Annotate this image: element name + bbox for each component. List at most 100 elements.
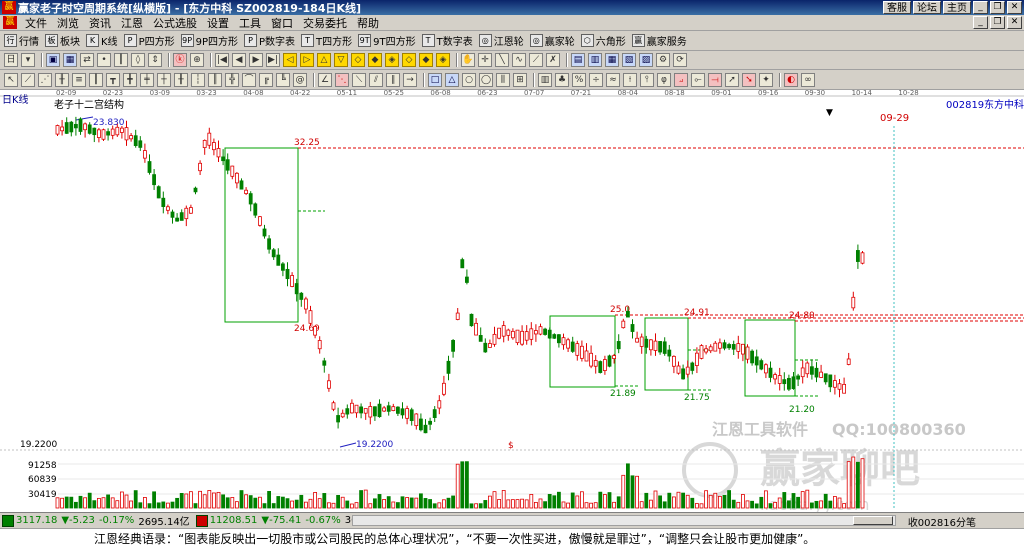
dropdown-icon[interactable]: ▾ — [21, 53, 35, 67]
winner-wheel-button[interactable]: ◎ 赢家轮 — [529, 33, 575, 48]
period-tool-icon[interactable]: ┼ — [157, 72, 171, 87]
sector-button[interactable]: 板板块 — [45, 33, 80, 48]
bar-tool-icon[interactable]: ┃ — [89, 72, 103, 87]
pointer-icon[interactable]: ↖ — [4, 72, 18, 87]
spiral-icon[interactable]: @ — [293, 72, 307, 87]
move-up-icon[interactable]: ◈ — [385, 53, 399, 67]
grid-icon[interactable]: ▤ — [571, 53, 585, 67]
ellipse-icon[interactable]: ◯ — [479, 72, 493, 87]
menu-help[interactable]: 帮助 — [352, 15, 384, 31]
refresh-icon[interactable]: ⟳ — [673, 53, 687, 67]
indicator-icon[interactable]: ⓚ — [173, 53, 187, 67]
vertical-tool-icon[interactable]: ┆ — [191, 72, 205, 87]
fibonacci-icon[interactable]: ≡ — [72, 72, 86, 87]
down-icon[interactable]: ▽ — [334, 53, 348, 67]
menu-info[interactable]: 资讯 — [84, 15, 116, 31]
mark-icon[interactable]: ✦ — [759, 72, 773, 87]
menu-settings[interactable]: 设置 — [202, 15, 234, 31]
crosshair-icon[interactable]: ✛ — [478, 53, 492, 67]
equal-cycle-icon[interactable]: ╬ — [225, 72, 239, 87]
box-line-icon[interactable]: ╚ — [276, 72, 290, 87]
menu-file[interactable]: 文件 — [20, 15, 52, 31]
forum-button[interactable]: 论坛 — [913, 1, 941, 14]
p-number-table-button[interactable]: P P数字表 — [244, 33, 295, 48]
9t-square-button[interactable]: 9T 9T四方形 — [358, 33, 416, 48]
close-icon[interactable]: ✕ — [1007, 1, 1022, 14]
arc-icon[interactable]: ⌒ — [242, 72, 256, 87]
save-icon[interactable]: ▥ — [588, 53, 602, 67]
shanghai-index-icon[interactable] — [2, 514, 14, 527]
split-icon[interactable]: ╂ — [174, 72, 188, 87]
speed-line-icon[interactable]: ⟍ — [352, 72, 366, 87]
winner-service-button[interactable]: 赢赢家服务 — [631, 33, 687, 48]
menu-trade[interactable]: 交易委托 — [298, 15, 352, 31]
restore-icon[interactable]: ❐ — [990, 1, 1005, 14]
parallel-icon[interactable]: ∥ — [386, 72, 400, 87]
tree-tool-icon[interactable]: ♣ — [555, 72, 569, 87]
wave-tool-icon[interactable]: ≈ — [606, 72, 620, 87]
p-square-button[interactable]: P P四方形 — [123, 33, 175, 48]
retrace-icon[interactable]: ⫯ — [640, 72, 654, 87]
menu-browse[interactable]: 浏览 — [52, 15, 84, 31]
tree-icon[interactable]: ┳ — [106, 72, 120, 87]
menu-window[interactable]: 窗口 — [266, 15, 298, 31]
quotes-button[interactable]: 行行情 — [4, 33, 39, 48]
ray-icon[interactable]: → — [403, 72, 417, 87]
hexagon-button[interactable]: ⬡ 六角形 — [580, 33, 626, 48]
9p-square-button[interactable]: 9P 9P四方形 — [180, 33, 238, 48]
child-restore-icon[interactable]: ❐ — [990, 16, 1005, 29]
channel-icon[interactable]: ⫽ — [369, 72, 383, 87]
last-icon[interactable]: ▶| — [266, 53, 280, 67]
first-icon[interactable]: |◀ — [215, 53, 229, 67]
bar-icon[interactable]: ┃ — [114, 53, 128, 67]
circle-tool-icon[interactable]: ○ — [462, 72, 476, 87]
kline-chart[interactable]: 02-09 02-23 03-09 03-23 04-08 04-22 05-11 05-25… — [0, 89, 1024, 514]
move-down-icon[interactable]: ◇ — [402, 53, 416, 67]
fan-icon[interactable]: ⟋ — [529, 53, 543, 67]
kline-button[interactable]: K K线 — [86, 33, 118, 48]
chart-dropdown-icon[interactable]: ▼ — [826, 108, 833, 118]
angle-icon[interactable]: ∠ — [318, 72, 332, 87]
menu-gann[interactable]: 江恩 — [116, 15, 148, 31]
stairs-icon[interactable]: ╔ — [259, 72, 273, 87]
homepage-button[interactable]: 主页 — [943, 1, 971, 14]
multi-bar-icon[interactable]: ╋ — [123, 72, 137, 87]
child-minimize-icon[interactable]: _ — [973, 16, 988, 29]
red-arrow-icon[interactable]: ➘ — [742, 72, 756, 87]
menu-tools[interactable]: 工具 — [234, 15, 266, 31]
extend-icon[interactable]: ⟜ — [691, 72, 705, 87]
print-icon[interactable]: ▦ — [605, 53, 619, 67]
color-wheel-icon[interactable]: ◐ — [784, 72, 798, 87]
triangle-tool-icon[interactable]: △ — [445, 72, 459, 87]
chart-view-icon[interactable]: ▣ — [46, 53, 60, 67]
gann-line-icon[interactable]: ⟋ — [21, 72, 35, 87]
gann-wheel-button[interactable]: ◎ 江恩轮 — [478, 33, 524, 48]
t-square-button[interactable]: T T四方形 — [301, 33, 352, 48]
percent-icon[interactable]: % — [572, 72, 586, 87]
daily-period-icon[interactable]: 日 — [4, 53, 18, 67]
arrow-up-down-icon[interactable]: ⇕ — [148, 53, 162, 67]
copy-icon[interactable]: ▧ — [622, 53, 636, 67]
scrollbar-thumb[interactable] — [853, 516, 893, 525]
move-right-icon[interactable]: ◆ — [368, 53, 382, 67]
network-icon[interactable]: ⚙ — [656, 53, 670, 67]
red-fan-icon[interactable]: ⋱ — [335, 72, 349, 87]
hand-icon[interactable]: ✋ — [461, 53, 475, 67]
time-cycle-icon[interactable]: ╫ — [55, 72, 69, 87]
column-tool-icon[interactable]: ║ — [208, 72, 222, 87]
arrow-tool-icon[interactable]: ➚ — [725, 72, 739, 87]
customer-service-button[interactable]: 客服 — [883, 1, 911, 14]
level-bars-icon[interactable]: ▥ — [538, 72, 552, 87]
cycle-line-icon[interactable]: ⫼ — [496, 72, 510, 87]
expand-icon[interactable]: ◆ — [419, 53, 433, 67]
next-icon[interactable]: ▶ — [249, 53, 263, 67]
zoom-icon[interactable]: ⊕ — [190, 53, 204, 67]
menu-logo-icon[interactable]: 赢 — [3, 16, 17, 29]
chart-scrollbar[interactable] — [352, 515, 896, 526]
shrink-icon[interactable]: ◈ — [436, 53, 450, 67]
shenzhen-index-icon[interactable] — [195, 514, 208, 527]
red-ratio-icon[interactable]: ⟓ — [674, 72, 688, 87]
left-icon[interactable]: ◁ — [283, 53, 297, 67]
prev-icon[interactable]: ◀ — [232, 53, 246, 67]
t-number-table-button[interactable]: T T数字表 — [421, 33, 473, 48]
